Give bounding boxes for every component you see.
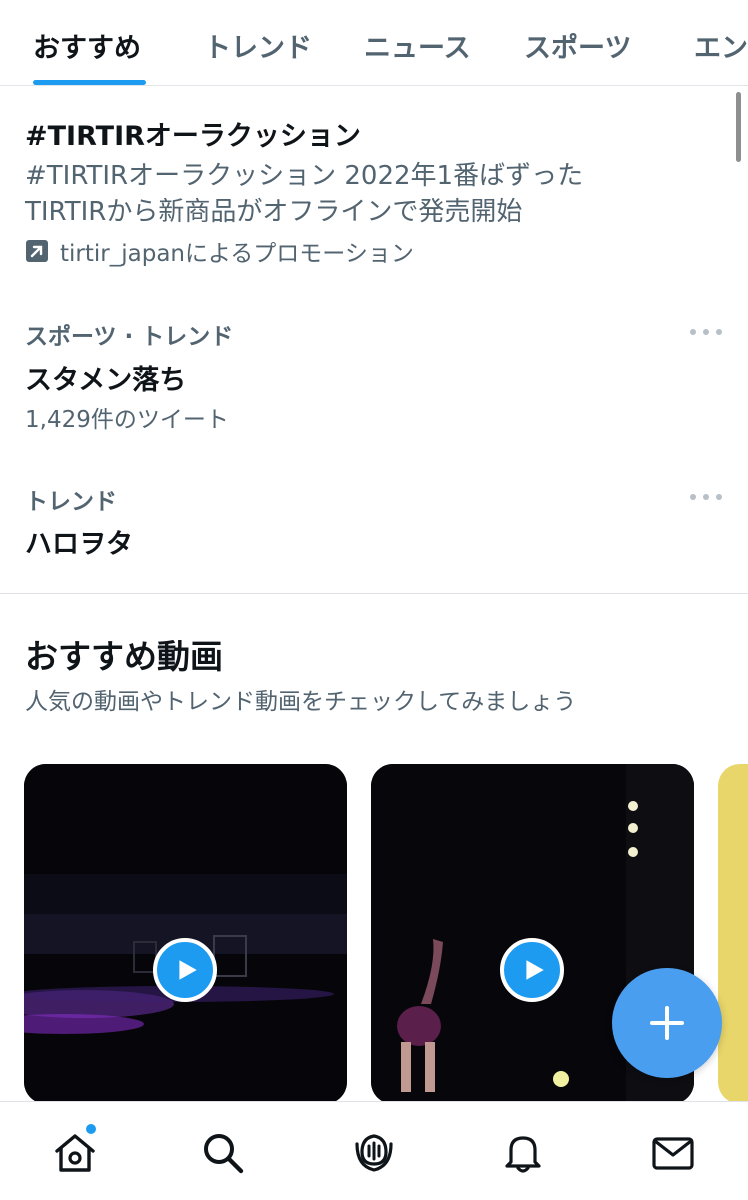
tab-trending[interactable]: トレンド bbox=[204, 26, 312, 65]
more-options-icon[interactable] bbox=[690, 327, 722, 337]
tab-news[interactable]: ニュース bbox=[364, 26, 471, 65]
trend-name: ハロヲタ bbox=[25, 529, 133, 560]
promoted-trend-title: #TIRTIRオーラクッション bbox=[25, 121, 361, 152]
tab-entertainment[interactable]: エン bbox=[694, 26, 748, 65]
bottom-navigation bbox=[0, 1101, 748, 1200]
video-card[interactable] bbox=[24, 764, 347, 1104]
section-divider bbox=[0, 593, 748, 594]
trend-category: トレンド bbox=[25, 489, 117, 515]
active-tab-indicator bbox=[33, 80, 146, 85]
promoted-by-line: tirtir_japanによるプロモーション bbox=[25, 236, 414, 267]
videos-section-subtitle: 人気の動画やトレンド動画をチェックしてみましょう bbox=[25, 689, 577, 715]
promoted-by-label: tirtir_japanによるプロモーション bbox=[60, 241, 414, 267]
home-icon[interactable] bbox=[52, 1130, 98, 1176]
spaces-icon[interactable] bbox=[351, 1130, 397, 1176]
promoted-trend-description: #TIRTIRオーラクッション 2022年1番ばずった TIRTIRから新商品が… bbox=[25, 161, 584, 227]
tab-recommended[interactable]: おすすめ bbox=[33, 26, 141, 65]
video-card[interactable] bbox=[718, 764, 748, 1104]
trend-category: スポーツ · トレンド bbox=[25, 324, 234, 350]
compose-button[interactable] bbox=[612, 968, 722, 1078]
tab-sports[interactable]: スポーツ bbox=[524, 26, 631, 65]
trend-tweet-count: 1,429件のツイート bbox=[25, 407, 229, 433]
bell-icon[interactable] bbox=[500, 1130, 546, 1176]
scrollbar[interactable] bbox=[736, 92, 741, 162]
videos-section-title: おすすめ動画 bbox=[25, 637, 223, 676]
play-button-icon[interactable] bbox=[500, 938, 564, 1002]
explore-tabs: おすすめ トレンド ニュース スポーツ エン bbox=[0, 0, 748, 86]
play-button-icon[interactable] bbox=[153, 938, 217, 1002]
video-thumbnail bbox=[24, 764, 347, 1104]
home-notification-dot bbox=[86, 1124, 96, 1134]
mail-icon[interactable] bbox=[650, 1130, 696, 1176]
plus-icon bbox=[650, 1006, 684, 1040]
promoted-arrow-icon bbox=[26, 240, 48, 262]
trend-name: スタメン落ち bbox=[25, 365, 187, 396]
more-options-icon[interactable] bbox=[690, 492, 722, 502]
search-icon[interactable] bbox=[200, 1130, 246, 1176]
